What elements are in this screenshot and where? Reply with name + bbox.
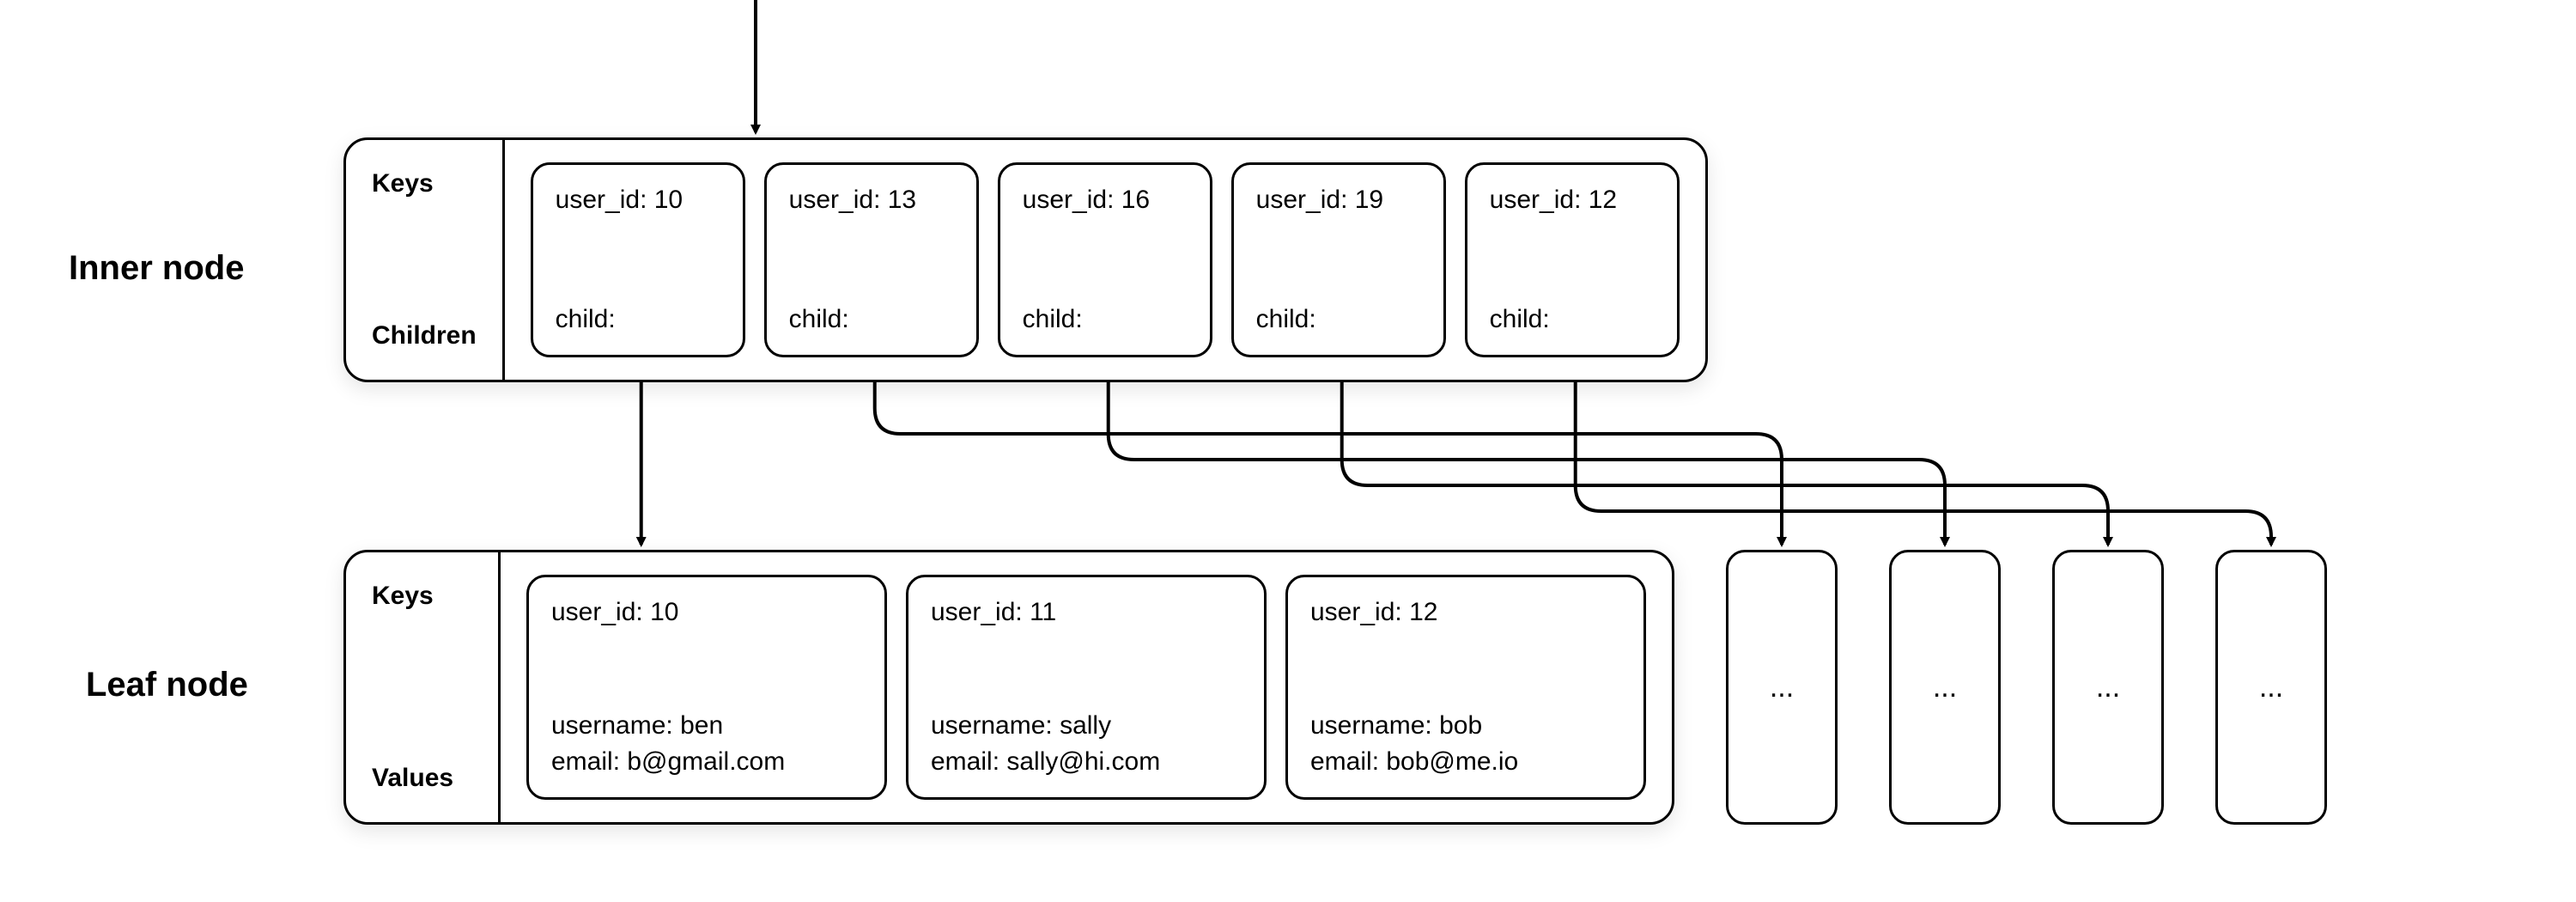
leaf-slot-username: username: bob [1310, 711, 1621, 740]
child-label: child: [1490, 305, 1550, 334]
leaf-node-label: Leaf node [86, 666, 248, 704]
inner-slot: user_id: 19 child: [1231, 162, 1446, 357]
inner-slot: user_id: 12 child: [1465, 162, 1680, 357]
leaf-slot-username: username: ben [551, 711, 862, 740]
child-label: child: [556, 305, 616, 334]
leaf-slot-key: user_id: 11 [931, 598, 1242, 627]
leaf-slot: user_id: 11 username: sally email: sally@h… [906, 575, 1267, 800]
child-label: child: [1256, 305, 1316, 334]
leaf-slot: user_id: 10 username: ben email: b@gmail.c… [526, 575, 887, 800]
leaf-node-side-labels: Keys Values [346, 552, 501, 822]
children-label: Children [372, 321, 477, 350]
leaf-node-placeholder: ... [2052, 550, 2164, 825]
inner-slot-child: child: [556, 305, 720, 334]
keys-label: Keys [372, 582, 472, 611]
inner-slot-key: user_id: 12 [1490, 186, 1655, 215]
inner-slot: user_id: 10 child: [531, 162, 745, 357]
leaf-node-placeholder: ... [1889, 550, 2001, 825]
inner-node: Keys Children user_id: 10child:user_id: … [343, 137, 1708, 382]
inner-slot-key: user_id: 19 [1256, 186, 1421, 215]
child-label: child: [1023, 305, 1083, 334]
ellipsis-icon: ... [1933, 671, 1957, 704]
inner-slot-child: child: [1023, 305, 1188, 334]
child-label: child: [789, 305, 849, 334]
ellipsis-icon: ... [2259, 671, 2283, 704]
inner-slot: user_id: 16 child: [998, 162, 1212, 357]
inner-node-side-labels: Keys Children [346, 140, 505, 380]
ellipsis-icon: ... [1770, 671, 1794, 704]
inner-slot-key: user_id: 10 [556, 186, 720, 215]
ellipsis-icon: ... [2096, 671, 2120, 704]
leaf-node-slots: user_id: 10 username: ben email: b@gmail.c… [501, 552, 1672, 822]
inner-node-label: Inner node [69, 249, 244, 288]
keys-label: Keys [372, 169, 477, 198]
leaf-slot-username: username: sally [931, 711, 1242, 740]
inner-slot: user_id: 13 child: [764, 162, 979, 357]
leaf-node-placeholder: ... [1726, 550, 1838, 825]
inner-node-slots: user_id: 10child:user_id: 13child:user_i… [505, 140, 1705, 380]
leaf-node: Keys Values user_id: 10 username: ben emai… [343, 550, 1674, 825]
leaf-slot-key: user_id: 10 [551, 598, 862, 627]
inner-slot-child: child: [1256, 305, 1421, 334]
leaf-slot-email: email: sally@hi.com [931, 747, 1242, 777]
leaf-slot-key: user_id: 12 [1310, 598, 1621, 627]
leaf-slot-email: email: bob@me.io [1310, 747, 1621, 777]
inner-slot-key: user_id: 16 [1023, 186, 1188, 215]
values-label: Values [372, 764, 472, 793]
leaf-node-placeholder: ... [2215, 550, 2327, 825]
inner-slot-child: child: [789, 305, 954, 334]
leaf-slot: user_id: 12 username: bob email: bob@me.io [1285, 575, 1646, 800]
leaf-slot-email: email: b@gmail.com [551, 747, 862, 777]
inner-slot-key: user_id: 13 [789, 186, 954, 215]
inner-slot-child: child: [1490, 305, 1655, 334]
